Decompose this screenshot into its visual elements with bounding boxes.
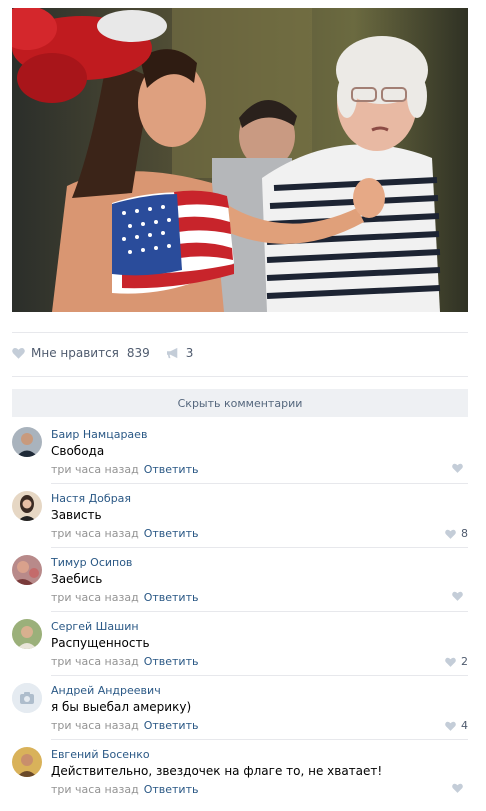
heart-icon xyxy=(445,721,456,731)
comment-time[interactable]: три часа назад xyxy=(51,719,139,732)
comment-like-button[interactable]: 4 xyxy=(445,719,468,732)
reply-link[interactable]: Ответить xyxy=(144,719,199,732)
comment-author[interactable]: Баир Намцараев xyxy=(51,428,147,441)
comment-author[interactable]: Евгений Босенко xyxy=(51,748,150,761)
post-photo[interactable] xyxy=(12,8,468,312)
comment-divider xyxy=(51,675,468,676)
comment-meta: три часа назад Ответить xyxy=(51,719,198,732)
post-divider-top xyxy=(12,332,468,333)
comment-time[interactable]: три часа назад xyxy=(51,783,139,796)
post-actions: Мне нравится 839 3 xyxy=(12,340,193,366)
comment-text: Заебись xyxy=(51,572,103,586)
comment-text: я бы выебал америку) xyxy=(51,700,192,714)
comment-item: Баир Намцараев Свобода три часа назад Отв… xyxy=(12,427,468,491)
comment-meta: три часа назад Ответить xyxy=(51,591,198,604)
avatar[interactable] xyxy=(12,427,42,457)
comment-like-button[interactable] xyxy=(452,463,468,473)
heart-icon xyxy=(445,657,456,667)
megaphone-icon xyxy=(166,347,178,359)
like-count: 839 xyxy=(126,346,150,360)
heart-icon xyxy=(452,463,463,473)
comment-author[interactable]: Тимур Осипов xyxy=(51,556,132,569)
share-button[interactable]: 3 xyxy=(166,346,194,360)
heart-icon xyxy=(452,591,463,601)
like-button[interactable]: Мне нравится 839 xyxy=(12,346,150,360)
avatar[interactable] xyxy=(12,619,42,649)
comment-item: Евгений Босенко Действительно, звездочек… xyxy=(12,747,468,811)
comment-text: Распущенность xyxy=(51,636,150,650)
comment-meta: три часа назад Ответить xyxy=(51,463,198,476)
avatar[interactable] xyxy=(12,491,42,521)
comment-text: Свобода xyxy=(51,444,105,458)
comment-text: Зависть xyxy=(51,508,102,522)
comment-like-count: 4 xyxy=(461,719,468,732)
comment-divider xyxy=(51,739,468,740)
comment-meta: три часа назад Ответить xyxy=(51,527,198,540)
reply-link[interactable]: Ответить xyxy=(144,463,199,476)
comment-time[interactable]: три часа назад xyxy=(51,655,139,668)
comment-item: Андрей Андреевич я бы выебал америку) тр… xyxy=(12,683,468,747)
comment-like-count: 8 xyxy=(461,527,468,540)
comment-divider xyxy=(51,547,468,548)
reply-link[interactable]: Ответить xyxy=(144,655,199,668)
comment-like-button[interactable] xyxy=(452,783,468,793)
hide-comments-button[interactable]: Скрыть комментарии xyxy=(12,389,468,417)
avatar[interactable] xyxy=(12,683,42,713)
comment-author[interactable]: Сергей Шашин xyxy=(51,620,139,633)
comment-author[interactable]: Андрей Андреевич xyxy=(51,684,161,697)
camera-icon xyxy=(12,683,42,713)
reply-link[interactable]: Ответить xyxy=(144,591,199,604)
comment-time[interactable]: три часа назад xyxy=(51,527,139,540)
heart-icon xyxy=(445,529,456,539)
comment-time[interactable]: три часа назад xyxy=(51,463,139,476)
avatar[interactable] xyxy=(12,555,42,585)
comment-time[interactable]: три часа назад xyxy=(51,591,139,604)
comment-divider xyxy=(51,483,468,484)
comment-meta: три часа назад Ответить xyxy=(51,783,198,796)
comment-like-button[interactable] xyxy=(452,591,468,601)
share-count: 3 xyxy=(185,346,194,360)
comment-item: Настя Добрая Зависть три часа назад Ответ… xyxy=(12,491,468,555)
heart-icon xyxy=(12,348,25,359)
comment-author[interactable]: Настя Добрая xyxy=(51,492,131,505)
comment-like-count: 2 xyxy=(461,655,468,668)
reply-link[interactable]: Ответить xyxy=(144,783,199,796)
comment-text: Действительно, звездочек на флаге то, не… xyxy=(51,764,383,778)
like-label: Мне нравится xyxy=(31,346,119,360)
comment-item: Сергей Шашин Распущенность три часа наза… xyxy=(12,619,468,683)
reply-link[interactable]: Ответить xyxy=(144,527,199,540)
avatar[interactable] xyxy=(12,747,42,777)
comment-meta: три часа назад Ответить xyxy=(51,655,198,668)
post-divider-bottom xyxy=(12,376,468,377)
comment-like-button[interactable]: 2 xyxy=(445,655,468,668)
post-photo-image xyxy=(12,8,468,312)
heart-icon xyxy=(452,783,463,793)
comment-like-button[interactable]: 8 xyxy=(445,527,468,540)
comment-divider xyxy=(51,611,468,612)
comment-item: Тимур Осипов Заебись три часа назад Ответ… xyxy=(12,555,468,619)
